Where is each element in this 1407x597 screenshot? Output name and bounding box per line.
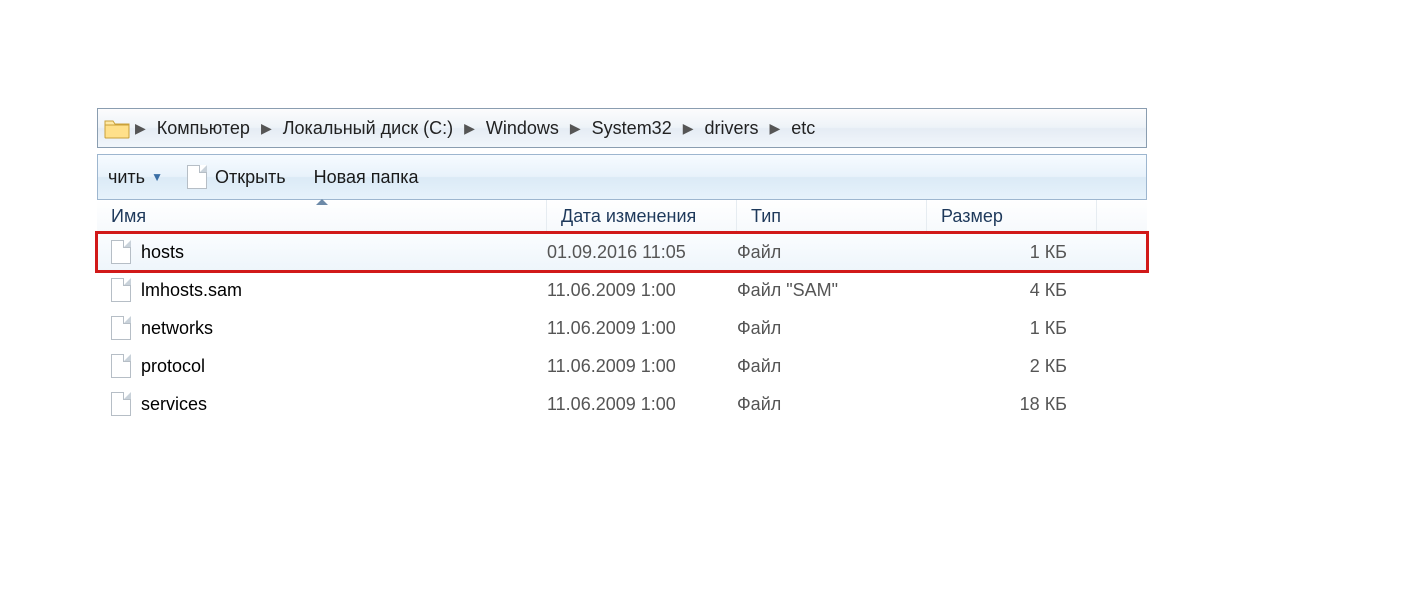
file-list: hosts01.09.2016 11:05Файл1 КБlmhosts.sam… bbox=[97, 233, 1147, 423]
file-icon bbox=[111, 278, 131, 302]
file-name: protocol bbox=[141, 356, 205, 377]
file-name: hosts bbox=[141, 242, 184, 263]
new-folder-label: Новая папка bbox=[314, 167, 419, 188]
breadcrumb-item[interactable]: Локальный диск (C:) bbox=[275, 109, 461, 147]
file-type: Файл bbox=[737, 318, 927, 339]
file-name: lmhosts.sam bbox=[141, 280, 242, 301]
file-type: Файл bbox=[737, 356, 927, 377]
file-size: 18 КБ bbox=[927, 394, 1097, 415]
file-size: 1 КБ bbox=[927, 318, 1097, 339]
column-headers: Имя Дата изменения Тип Размер bbox=[97, 200, 1147, 233]
file-row[interactable]: networks 11.06.2009 1:00Файл1 КБ bbox=[97, 309, 1147, 347]
toolbar: чить ▼ Открыть Новая папка bbox=[97, 154, 1147, 200]
file-type: Файл bbox=[737, 394, 927, 415]
sort-asc-icon bbox=[316, 199, 328, 205]
file-date: 11.06.2009 1:00 bbox=[547, 356, 737, 377]
file-row[interactable]: lmhosts.sam 11.06.2009 1:00Файл "SAM"4 КБ bbox=[97, 271, 1147, 309]
chevron-right-icon[interactable]: ▶ bbox=[258, 109, 275, 147]
chevron-right-icon[interactable]: ▶ bbox=[767, 109, 784, 147]
file-row[interactable]: protocol 11.06.2009 1:00Файл2 КБ bbox=[97, 347, 1147, 385]
new-folder-button[interactable]: Новая папка bbox=[300, 155, 433, 199]
file-icon bbox=[187, 165, 207, 189]
folder-icon bbox=[104, 117, 130, 139]
breadcrumb-item[interactable]: drivers bbox=[697, 109, 767, 147]
file-size: 1 КБ bbox=[927, 242, 1097, 263]
file-date: 11.06.2009 1:00 bbox=[547, 318, 737, 339]
column-header-name[interactable]: Имя bbox=[97, 200, 547, 232]
chevron-right-icon[interactable]: ▶ bbox=[132, 109, 149, 147]
column-header-date[interactable]: Дата изменения bbox=[547, 200, 737, 232]
organize-button[interactable]: чить ▼ bbox=[98, 155, 173, 199]
file-icon bbox=[111, 316, 131, 340]
file-icon bbox=[111, 354, 131, 378]
file-size: 4 КБ bbox=[927, 280, 1097, 301]
file-row[interactable]: services 11.06.2009 1:00Файл18 КБ bbox=[97, 385, 1147, 423]
file-type: Файл bbox=[737, 242, 927, 263]
breadcrumb-item[interactable]: etc bbox=[783, 109, 823, 147]
breadcrumb-item[interactable]: System32 bbox=[584, 109, 680, 147]
open-label: Открыть bbox=[215, 167, 286, 188]
file-type: Файл "SAM" bbox=[737, 280, 927, 301]
file-date: 01.09.2016 11:05 bbox=[547, 242, 737, 263]
file-date: 11.06.2009 1:00 bbox=[547, 394, 737, 415]
explorer-window: ▶ Компьютер▶Локальный диск (C:)▶Windows▶… bbox=[97, 108, 1147, 475]
breadcrumb-item[interactable]: Windows bbox=[478, 109, 567, 147]
chevron-right-icon[interactable]: ▶ bbox=[680, 109, 697, 147]
file-row[interactable]: hosts 01.09.2016 11:05Файл1 КБ bbox=[97, 233, 1147, 271]
column-header-size[interactable]: Размер bbox=[927, 200, 1097, 232]
breadcrumb-item[interactable]: Компьютер bbox=[149, 109, 258, 147]
open-button[interactable]: Открыть bbox=[173, 155, 300, 199]
file-size: 2 КБ bbox=[927, 356, 1097, 377]
file-name: services bbox=[141, 394, 207, 415]
organize-label-fragment: чить bbox=[108, 167, 145, 188]
file-icon bbox=[111, 240, 131, 264]
file-name: networks bbox=[141, 318, 213, 339]
chevron-right-icon[interactable]: ▶ bbox=[461, 109, 478, 147]
chevron-right-icon[interactable]: ▶ bbox=[567, 109, 584, 147]
address-bar[interactable]: ▶ Компьютер▶Локальный диск (C:)▶Windows▶… bbox=[97, 108, 1147, 148]
column-header-type[interactable]: Тип bbox=[737, 200, 927, 232]
file-icon bbox=[111, 392, 131, 416]
file-date: 11.06.2009 1:00 bbox=[547, 280, 737, 301]
chevron-down-icon: ▼ bbox=[151, 170, 163, 184]
